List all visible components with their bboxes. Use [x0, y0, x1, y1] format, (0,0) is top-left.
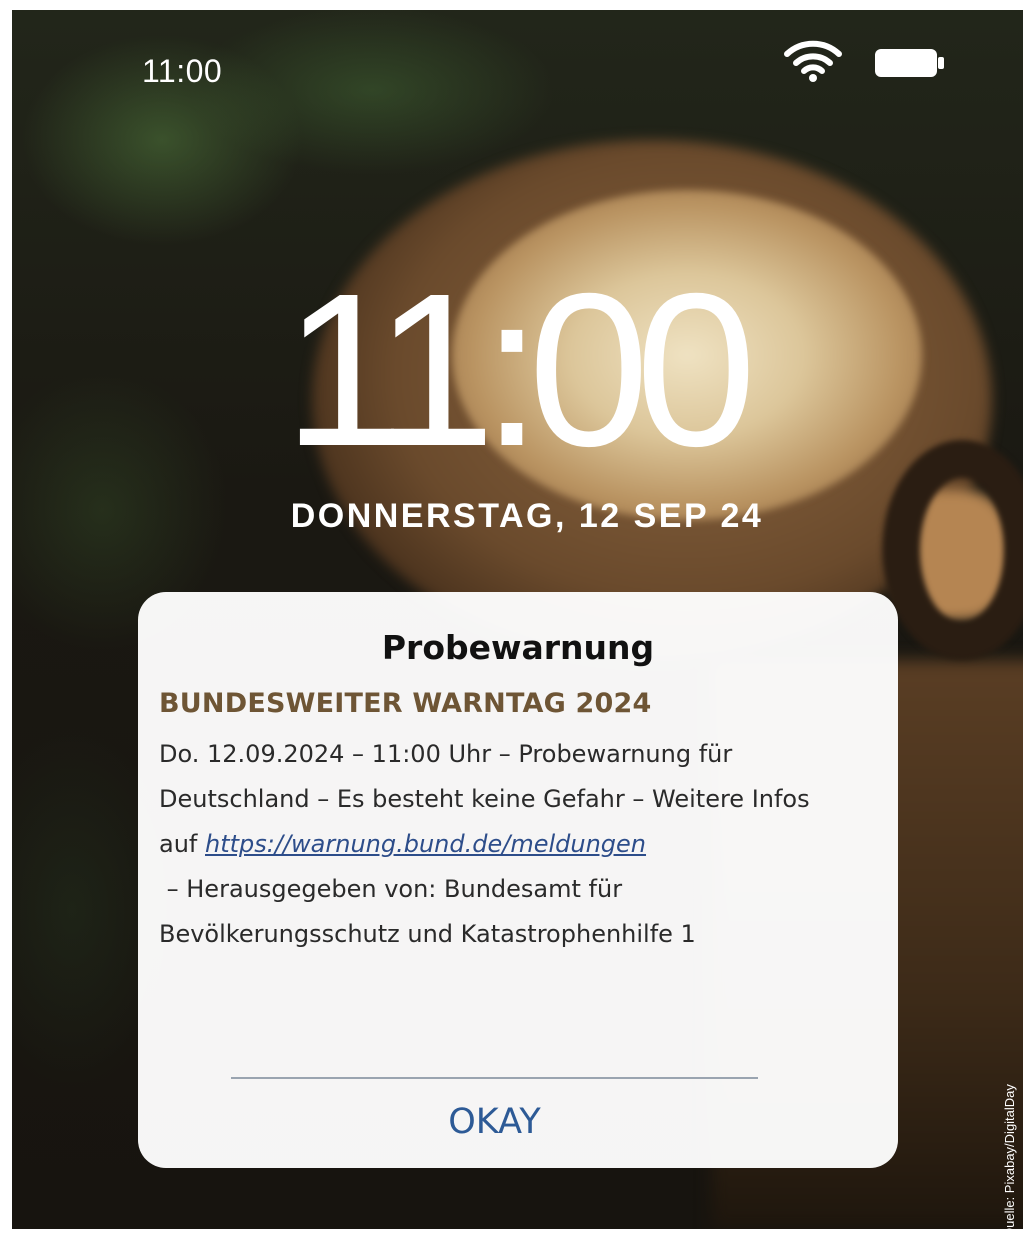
okay-button[interactable]: OKAY	[231, 1092, 758, 1152]
alert-divider	[231, 1077, 758, 1079]
alert-headline: BUNDESWEITER WARNTAG 2024	[159, 688, 652, 719]
emergency-alert-dialog: Probewarnung BUNDESWEITER WARNTAG 2024 D…	[138, 592, 898, 1168]
wifi-icon	[784, 40, 842, 82]
status-bar-time: 11:00	[142, 53, 223, 89]
alert-body: Do. 12.09.2024 – 11:00 Uhr – Probewarnun…	[159, 732, 879, 957]
alert-body-line: Do. 12.09.2024 – 11:00 Uhr – Probewarnun…	[159, 740, 733, 768]
alert-body-prefix: auf	[159, 830, 205, 858]
alert-body-line: Bevölkerungsschutz und Katastrophenhilfe…	[159, 920, 696, 948]
alert-body-line: Deutschland – Es besteht keine Gefahr – …	[159, 785, 810, 813]
alert-body-line: – Herausgegeben von: Bundesamt für	[159, 875, 623, 903]
alert-link[interactable]: https://warnung.bund.de/meldungen	[205, 830, 646, 858]
lock-screen-date: DONNERSTAG, 12 SEP 24	[290, 497, 764, 535]
battery-icon	[875, 49, 944, 77]
alert-body-line-link: auf https://warnung.bund.de/meldungen	[159, 822, 879, 867]
image-credit: Quelle: Pixabay/DigitalDay	[1002, 1084, 1017, 1238]
lock-screen-clock: 11:00	[283, 249, 756, 492]
alert-title: Probewarnung	[381, 628, 655, 667]
